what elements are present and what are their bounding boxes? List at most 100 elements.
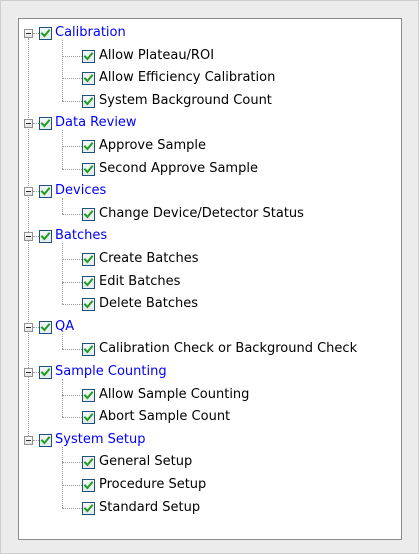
permission-label[interactable]: Approve Sample <box>99 138 206 154</box>
tree-connector-line <box>62 168 82 170</box>
tree-node-group[interactable]: Calibration <box>19 23 399 43</box>
tree-node-group[interactable]: QA <box>19 317 399 337</box>
tree-connector-line <box>62 55 82 57</box>
checkmark-icon <box>83 142 94 151</box>
permission-checkbox[interactable] <box>82 298 95 312</box>
tree-node-permission[interactable]: Create Batches <box>19 249 399 269</box>
permission-checkbox[interactable] <box>82 72 95 86</box>
tree-node-permission[interactable]: General Setup <box>19 452 399 472</box>
tree-node-group[interactable]: Batches <box>19 226 399 246</box>
collapse-toggle[interactable] <box>24 435 33 445</box>
permission-checkbox[interactable] <box>82 275 95 289</box>
tree-node-permission[interactable]: Allow Efficiency Calibration <box>19 68 399 88</box>
collapse-toggle[interactable] <box>24 322 33 332</box>
tree-connector-line <box>62 507 82 509</box>
tree-node-permission[interactable]: Change Device/Detector Status <box>19 204 399 224</box>
permission-checkbox[interactable] <box>82 207 95 221</box>
group-label[interactable]: Batches <box>55 228 107 244</box>
checkmark-icon <box>40 322 51 332</box>
tree-node-permission[interactable]: Allow Sample Counting <box>19 385 399 405</box>
tree-node-group[interactable]: Sample Counting <box>19 362 399 382</box>
group-checkbox[interactable] <box>39 117 52 131</box>
tree-connector-line <box>62 281 82 283</box>
checkmark-icon <box>83 96 94 106</box>
collapse-toggle[interactable] <box>24 29 33 38</box>
checkmark-icon <box>40 119 51 128</box>
permission-checkbox[interactable] <box>82 49 95 63</box>
permission-checkbox[interactable] <box>82 479 95 492</box>
permission-label[interactable]: Standard Setup <box>99 500 200 516</box>
collapse-toggle[interactable] <box>24 119 33 129</box>
checkmark-icon <box>83 481 94 490</box>
permission-label[interactable]: Calibration Check or Background Check <box>99 341 357 357</box>
permission-checkbox[interactable] <box>82 253 95 266</box>
collapse-toggle[interactable] <box>24 368 33 377</box>
tree-connector-line <box>62 333 63 350</box>
tree-node-permission[interactable]: System Background Count <box>19 91 399 111</box>
permission-checkbox[interactable] <box>82 501 95 515</box>
group-checkbox[interactable] <box>39 320 52 334</box>
permission-label[interactable]: General Setup <box>99 454 192 470</box>
permission-label[interactable]: Edit Batches <box>99 274 180 290</box>
group-label[interactable]: Devices <box>55 183 106 199</box>
tree-node-permission[interactable]: Second Approve Sample <box>19 159 399 179</box>
permission-checkbox[interactable] <box>82 388 95 402</box>
group-checkbox[interactable] <box>39 230 52 244</box>
tree-node-permission[interactable]: Approve Sample <box>19 136 399 156</box>
tree-connector-line <box>62 78 82 80</box>
tree-connector-line <box>62 485 82 486</box>
checkmark-icon <box>40 232 51 241</box>
permission-label[interactable]: Delete Batches <box>99 296 198 312</box>
permission-label[interactable]: Allow Efficiency Calibration <box>99 70 275 86</box>
permission-label[interactable]: Create Batches <box>99 251 198 267</box>
tree-connector-line <box>62 304 82 306</box>
permission-label[interactable]: Change Device/Detector Status <box>99 206 304 222</box>
group-label[interactable]: Calibration <box>55 25 126 41</box>
permission-checkbox[interactable] <box>82 411 95 425</box>
tree-connector-line <box>62 259 82 260</box>
permission-checkbox[interactable] <box>82 456 95 470</box>
tree-connector-line <box>62 446 63 508</box>
tree-connector-line <box>62 213 82 215</box>
group-checkbox[interactable] <box>39 366 52 379</box>
checkmark-icon <box>83 413 94 422</box>
permission-label[interactable]: System Background Count <box>99 93 272 109</box>
checkmark-icon <box>83 51 94 61</box>
tree-connector-line <box>62 40 63 101</box>
collapse-toggle[interactable] <box>24 232 33 242</box>
permission-checkbox[interactable] <box>82 140 95 153</box>
checkmark-icon <box>83 74 94 83</box>
group-checkbox[interactable] <box>39 27 52 40</box>
tree-node-permission[interactable]: Delete Batches <box>19 294 399 314</box>
group-label[interactable]: Sample Counting <box>55 364 167 380</box>
tree-connector-line <box>62 462 82 464</box>
permission-label[interactable]: Procedure Setup <box>99 477 206 493</box>
group-label[interactable]: System Setup <box>55 432 145 448</box>
tree-node-permission[interactable]: Allow Plateau/ROI <box>19 46 399 66</box>
group-label[interactable]: QA <box>55 319 74 335</box>
collapse-toggle[interactable] <box>24 187 33 197</box>
group-label[interactable]: Data Review <box>55 115 137 131</box>
tree-node-permission[interactable]: Edit Batches <box>19 272 399 292</box>
tree-node-permission[interactable]: Procedure Setup <box>19 475 399 495</box>
checkmark-icon <box>83 300 94 309</box>
permission-checkbox[interactable] <box>82 343 95 357</box>
tree-node-group[interactable]: Devices <box>19 181 399 201</box>
checkmark-icon <box>83 503 94 513</box>
tree-node-group[interactable]: System Setup <box>19 430 399 450</box>
permission-label[interactable]: Second Approve Sample <box>99 161 258 177</box>
tree-node-group[interactable]: Data Review <box>19 113 399 133</box>
checkmark-icon <box>83 390 94 400</box>
tree-node-permission[interactable]: Calibration Check or Background Check <box>19 339 399 359</box>
checkmark-icon <box>83 277 94 287</box>
group-checkbox[interactable] <box>39 433 52 447</box>
checkmark-icon <box>40 435 51 445</box>
permission-label[interactable]: Allow Plateau/ROI <box>99 48 214 64</box>
permission-checkbox[interactable] <box>82 94 95 108</box>
tree-node-permission[interactable]: Standard Setup <box>19 498 399 518</box>
permission-label[interactable]: Allow Sample Counting <box>99 387 249 403</box>
permission-checkbox[interactable] <box>82 162 95 176</box>
permission-label[interactable]: Abort Sample Count <box>99 409 230 425</box>
tree-node-permission[interactable]: Abort Sample Count <box>19 407 399 427</box>
group-checkbox[interactable] <box>39 185 52 199</box>
